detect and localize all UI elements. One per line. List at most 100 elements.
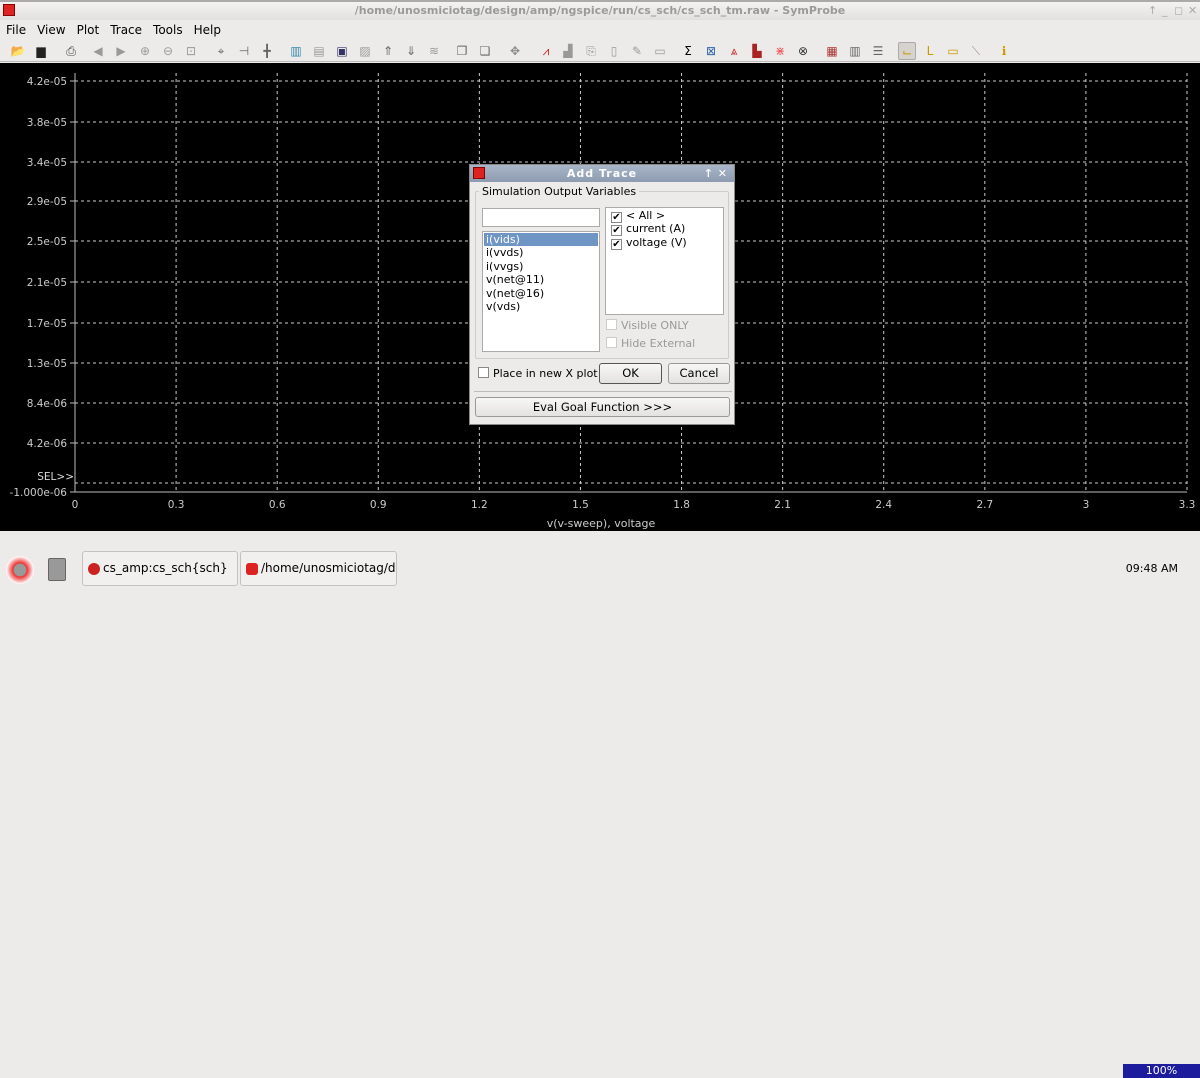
variable-item[interactable]: v(net@16) (484, 287, 598, 300)
menu-tools[interactable]: Tools (147, 20, 188, 40)
x-tick-label: 0 (72, 499, 79, 511)
y-tick-label: 3.4e-05 (27, 157, 67, 169)
x-tick-label: 3.3 (1179, 499, 1196, 511)
close-button[interactable]: ✕ (1188, 4, 1197, 17)
edit-icon[interactable]: ✎ (628, 42, 646, 60)
app-icon (88, 563, 100, 575)
new-x-plot-checkbox[interactable]: Place in new X plot (478, 367, 598, 380)
eval-goal-function-button[interactable]: Eval Goal Function >>> (475, 397, 730, 417)
x-tick-label: 1.8 (673, 499, 690, 511)
bars-icon[interactable]: ▙ (748, 42, 766, 60)
menu-help[interactable]: Help (188, 20, 226, 40)
type-filter-item[interactable]: ✔ < All > (609, 209, 720, 223)
variable-list[interactable]: i(vids) i(vvds) i(vvgs) v(net@11) v(net@16) v… (482, 231, 600, 352)
rows-icon[interactable]: ☰ (869, 42, 887, 60)
task-label: /home/unosmiciotag/de... (261, 561, 396, 575)
x-tick-label: 0.3 (168, 499, 185, 511)
menu-trace[interactable]: Trace (104, 20, 147, 40)
forward-icon[interactable]: ▶ (112, 42, 130, 60)
variable-item[interactable]: i(vvds) (484, 246, 598, 259)
x-tick-label: 2.1 (774, 499, 791, 511)
variable-item[interactable]: v(vds) (484, 300, 598, 313)
dialog-close-button[interactable]: ✕ (718, 165, 728, 182)
y-tick-label: 4.2e-05 (27, 76, 67, 88)
axis2-icon[interactable]: ▤ (310, 42, 328, 60)
move-icon[interactable]: ✥ (506, 42, 524, 60)
type-label: current (A) (626, 222, 686, 236)
x-tick-label: 0.6 (269, 499, 286, 511)
note-icon[interactable]: ▭ (944, 42, 962, 60)
import-icon[interactable]: ⇓ (402, 42, 420, 60)
graph-icon[interactable]: ≋ (425, 42, 443, 60)
print-icon[interactable]: ⎙ (62, 42, 80, 60)
sigma-icon[interactable]: Σ (679, 42, 697, 60)
checkbox[interactable]: ✔ (611, 225, 622, 237)
zoom-in-icon[interactable]: ⊕ (136, 42, 154, 60)
ok-button[interactable]: OK (599, 363, 662, 384)
image-icon[interactable]: ▨ (356, 42, 374, 60)
slope-icon[interactable]: ⟍ (967, 42, 985, 60)
y-tick-label: 2.5e-05 (27, 236, 67, 248)
zoom-out-icon[interactable]: ⊖ (159, 42, 177, 60)
checkbox[interactable]: ✔ (611, 212, 622, 223)
task-symprobe[interactable]: /home/unosmiciotag/de... (240, 551, 397, 586)
cancel-button[interactable]: Cancel (668, 363, 730, 384)
y-tick-label: 1.3e-05 (27, 358, 67, 370)
variable-item[interactable]: i(vids) (484, 233, 598, 247)
eye-diagram-icon[interactable]: ⊠ (702, 42, 720, 60)
cursor-horizontal-icon[interactable]: ⊣ (235, 42, 253, 60)
title-bar: /home/unosmiciotag/design/amp/ngspice/ru… (0, 0, 1200, 20)
mesh-icon[interactable]: ⊗ (794, 42, 812, 60)
paste-icon[interactable]: ▯ (605, 42, 623, 60)
x-tick-label: 0.9 (370, 499, 387, 511)
clock: 09:48 AM (1125, 562, 1178, 575)
taskbar: cs_amp:cs_sch{sch} /home/unosmiciotag/de… (0, 548, 1200, 590)
cursor-cross-icon[interactable]: ╋ (258, 42, 276, 60)
columns-icon[interactable]: ▥ (846, 42, 864, 60)
type-label: voltage (V) (626, 235, 687, 249)
monitor-icon[interactable]: ▣ (333, 42, 351, 60)
minimize-button[interactable]: _ (1162, 4, 1168, 17)
task-cs-amp[interactable]: cs_amp:cs_sch{sch} (82, 551, 238, 586)
y-tick-label: -1.000e-06 (10, 487, 68, 499)
grid-icon[interactable]: ▦ (823, 42, 841, 60)
back-icon[interactable]: ◀ (89, 42, 107, 60)
status-bar: 100% (0, 531, 1200, 1078)
file-cabinet-icon[interactable] (48, 558, 66, 581)
y-tick-label: 1.7e-05 (27, 318, 67, 330)
histogram-icon[interactable]: ▟ (559, 42, 577, 60)
variable-item[interactable]: i(vvgs) (484, 260, 598, 273)
type-filter-item[interactable]: ✔ current (A) (609, 222, 720, 237)
fft-icon[interactable]: ⋇ (771, 42, 789, 60)
open-folder-icon[interactable]: 📂 (9, 42, 27, 60)
type-filter-item[interactable]: ✔ voltage (V) (609, 235, 720, 250)
marker-l-icon[interactable]: L (921, 42, 939, 60)
copy-icon[interactable]: ⎘ (582, 42, 600, 60)
maximize-button[interactable]: ◻ (1174, 4, 1183, 17)
filter-input[interactable] (482, 208, 600, 227)
export-icon[interactable]: ⇑ (379, 42, 397, 60)
marker-icon[interactable]: ⌙ (898, 42, 916, 60)
add-trace-dialog: Add Trace ↑ ✕ Simulation Output Variable… (469, 164, 735, 425)
keep-above-button[interactable]: ↑ (704, 165, 714, 182)
x-tick-label: 1.5 (572, 499, 589, 511)
window-icon[interactable]: ❐ (453, 42, 471, 60)
info-icon[interactable]: ℹ (995, 42, 1013, 60)
spectrum-icon[interactable]: ⩓ (725, 42, 743, 60)
zoom-fit-icon[interactable]: ⊡ (182, 42, 200, 60)
keep-above-button[interactable]: ↑ (1148, 4, 1157, 17)
axis-icon[interactable]: ▥ (287, 42, 305, 60)
hide-external-checkbox: Hide External (606, 336, 695, 350)
type-filter-list[interactable]: ✔ < All > ✔ current (A) ✔ voltage (V) (605, 207, 724, 315)
delete-icon[interactable]: ▭ (651, 42, 669, 60)
save-icon[interactable]: ▆ (32, 42, 50, 60)
variable-item[interactable]: v(net@11) (484, 273, 598, 286)
menu-view[interactable]: View (31, 20, 70, 40)
window2-icon[interactable]: ❏ (476, 42, 494, 60)
menu-file[interactable]: File (0, 20, 31, 40)
checkbox[interactable]: ✔ (611, 238, 622, 250)
cursor-point-icon[interactable]: ⌖ (212, 42, 230, 60)
menu-plot[interactable]: Plot (71, 20, 105, 40)
start-menu-icon[interactable] (6, 556, 34, 584)
trace-red-icon[interactable]: ⩘ (537, 42, 555, 60)
